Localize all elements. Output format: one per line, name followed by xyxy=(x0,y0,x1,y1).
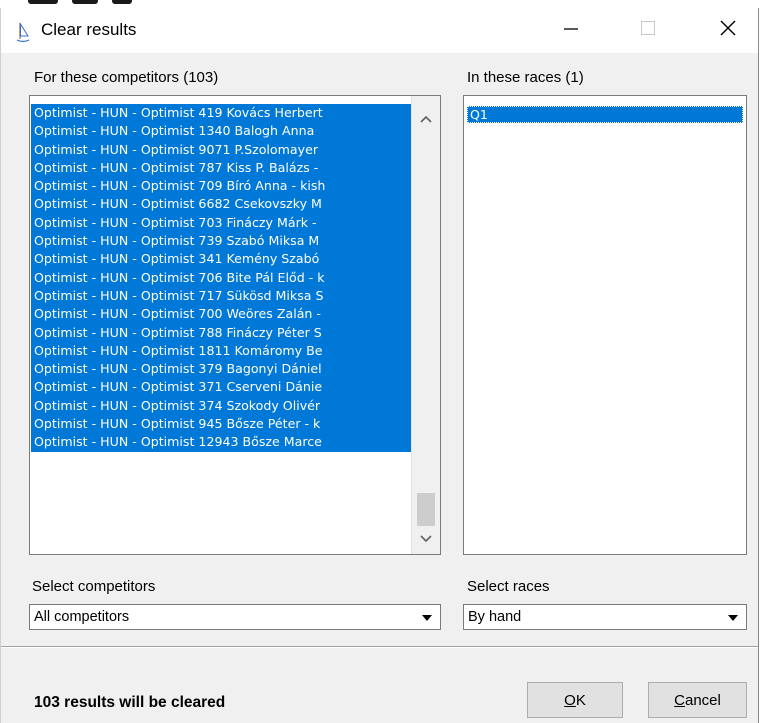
list-item[interactable]: Optimist - HUN - Optimist 787 Kiss P. Ba… xyxy=(31,158,411,178)
list-item[interactable]: Optimist - HUN - Optimist 706 Bite Pál E… xyxy=(31,268,411,287)
select-competitors-value: All competitors xyxy=(34,609,130,625)
caret-down-icon xyxy=(421,608,432,626)
select-races-value: By hand xyxy=(468,609,522,625)
competitors-scrollbar[interactable] xyxy=(411,96,440,554)
select-competitors-dropdown[interactable]: All competitors xyxy=(29,604,441,630)
list-item[interactable]: Optimist - HUN - Optimist 945 Bősze Péte… xyxy=(31,415,411,434)
list-item[interactable]: Optimist - HUN - Optimist 419 Kovács Her… xyxy=(31,104,411,123)
dropdown-button[interactable] xyxy=(720,606,745,628)
desktop-artifact xyxy=(28,0,58,4)
scrollbar-thumb[interactable] xyxy=(417,493,435,526)
cancel-button[interactable]: Cancel xyxy=(648,682,747,718)
list-item[interactable]: Optimist - HUN - Optimist 700 Weöres Zal… xyxy=(31,305,411,324)
list-item[interactable]: Optimist - HUN - Optimist 739 Szabó Miks… xyxy=(31,232,411,251)
select-races-dropdown[interactable]: By hand xyxy=(463,604,747,630)
cancel-label-rest: ancel xyxy=(684,691,721,709)
ok-label-rest: K xyxy=(575,691,586,709)
list-item[interactable]: Optimist - HUN - Optimist 12943 Bősze Ma… xyxy=(31,433,411,452)
list-item[interactable]: Optimist - HUN - Optimist 371 Cserveni D… xyxy=(31,378,411,397)
list-item[interactable]: Optimist - HUN - Optimist 1811 Komáromy … xyxy=(31,341,411,361)
select-competitors-label: Select competitors xyxy=(32,578,156,595)
dropdown-button[interactable] xyxy=(414,606,439,628)
clear-results-dialog: Clear results For these competitors (103… xyxy=(0,8,759,723)
desktop-artifact xyxy=(72,0,98,4)
list-item[interactable]: Optimist - HUN - Optimist 709 Bíró Anna … xyxy=(31,177,411,196)
scroll-up-button[interactable] xyxy=(412,108,440,130)
title-bar[interactable]: Clear results xyxy=(1,8,758,53)
chevron-up-icon xyxy=(420,110,432,128)
competitors-items: Optimist - HUN - Optimist 419 Kovács Her… xyxy=(31,104,411,452)
list-item[interactable]: Optimist - HUN - Optimist 9071 P.Szoloma… xyxy=(31,140,411,159)
list-item[interactable]: Optimist - HUN - Optimist 374 Szokody Ol… xyxy=(31,396,411,416)
maximize-button[interactable] xyxy=(623,8,673,53)
minimize-icon xyxy=(564,21,578,40)
minimize-button[interactable] xyxy=(546,8,596,53)
maximize-icon xyxy=(641,21,655,40)
competitors-label: For these competitors (103) xyxy=(34,69,219,86)
list-item[interactable]: Optimist - HUN - Optimist 717 Sükösd Mik… xyxy=(31,286,411,306)
list-item[interactable]: Optimist - HUN - Optimist 1340 Balogh An… xyxy=(31,122,411,141)
close-icon xyxy=(720,20,736,41)
list-item[interactable]: Q1 xyxy=(467,106,743,123)
desktop-artifact xyxy=(112,0,132,4)
divider xyxy=(1,646,758,648)
list-item[interactable]: Optimist - HUN - Optimist 6682 Csekovszk… xyxy=(31,195,411,214)
list-item[interactable]: Optimist - HUN - Optimist 703 Fináczy Má… xyxy=(31,213,411,233)
summary-text: 103 results will be cleared xyxy=(34,694,226,711)
scroll-down-button[interactable] xyxy=(412,528,440,550)
ok-button[interactable]: OK xyxy=(527,682,623,718)
list-item[interactable]: Optimist - HUN - Optimist 379 Bagonyi Dá… xyxy=(31,360,411,379)
races-label: In these races (1) xyxy=(467,69,584,86)
list-item[interactable]: Optimist - HUN - Optimist 788 Fináczy Pé… xyxy=(31,323,411,342)
select-races-label: Select races xyxy=(467,578,550,595)
ok-mnemonic: O xyxy=(564,691,576,709)
competitors-listbox[interactable]: Optimist - HUN - Optimist 419 Kovács Her… xyxy=(29,95,441,555)
cancel-mnemonic: C xyxy=(674,691,685,709)
list-item[interactable]: Optimist - HUN - Optimist 341 Kemény Sza… xyxy=(31,250,411,269)
caret-down-icon xyxy=(727,608,738,626)
chevron-down-icon xyxy=(420,530,432,548)
close-button[interactable] xyxy=(703,8,753,53)
desktop-background xyxy=(0,0,761,5)
window-title: Clear results xyxy=(41,20,137,39)
races-listbox[interactable]: Q1 xyxy=(463,95,747,555)
sailboat-icon xyxy=(15,21,31,43)
